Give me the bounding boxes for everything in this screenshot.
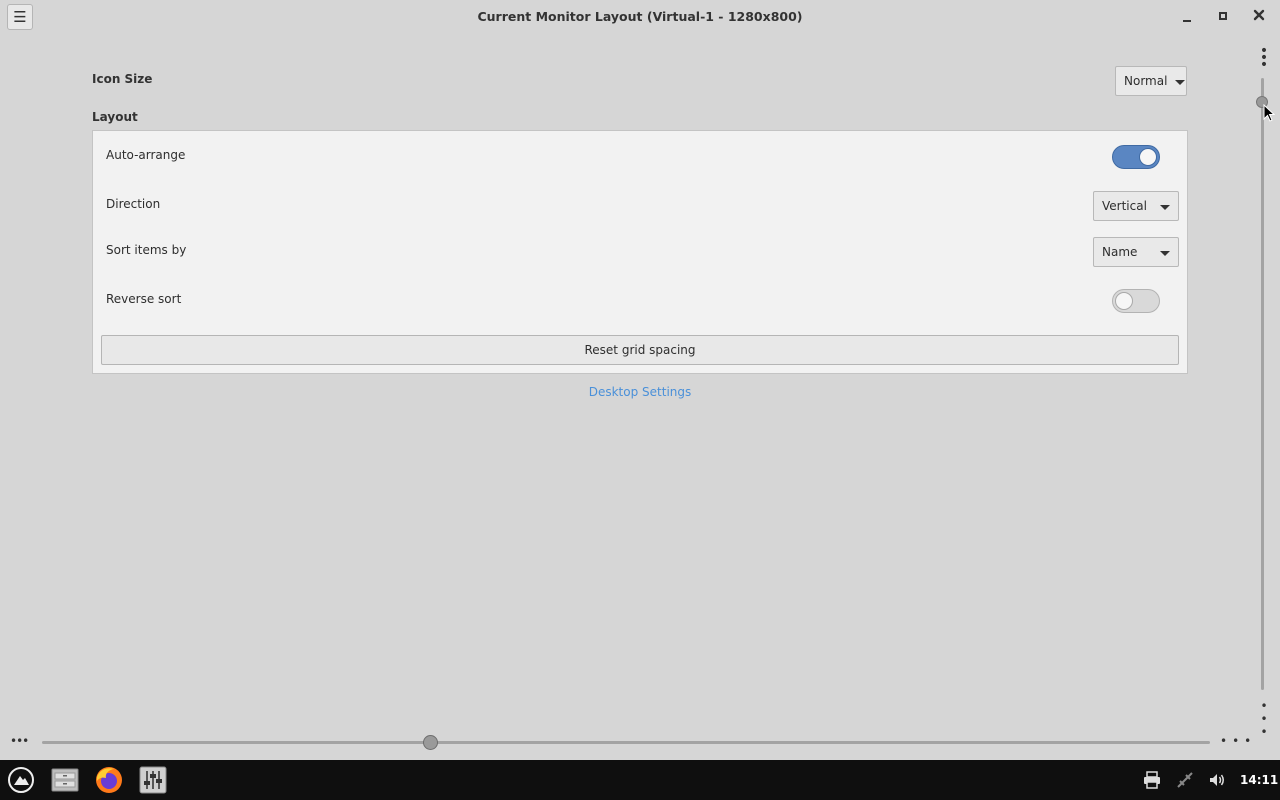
scroll-dots-icon: ••• [1260,699,1268,739]
sort-by-dropdown[interactable]: Name [1093,237,1179,267]
reverse-sort-label: Reverse sort [106,292,182,306]
minimize-icon [1183,20,1191,22]
auto-arrange-label: Auto-arrange [106,148,186,162]
chevron-down-icon [1160,251,1170,256]
maximize-button[interactable] [1213,11,1233,31]
title-bar: ☰ Current Monitor Layout (Virtual-1 - 12… [0,0,1280,38]
start-menu-button[interactable] [6,766,36,794]
firefox-icon [96,767,122,793]
scroll-dots-icon: ••• [1220,734,1257,748]
start-menu-icon [8,767,34,793]
file-manager-icon [51,768,79,792]
window-title: Current Monitor Layout (Virtual-1 - 1280… [477,9,803,24]
horizontal-scroll-thumb[interactable] [423,735,438,750]
file-manager-button[interactable] [50,766,80,794]
toggle-knob [1115,292,1133,310]
desktop-settings-link[interactable]: Desktop Settings [0,385,1280,399]
network-disconnected-icon [1177,772,1193,788]
direction-dropdown[interactable]: Vertical [1093,191,1179,221]
maximize-icon [1219,12,1227,20]
icon-size-dropdown[interactable]: Normal [1115,66,1187,96]
reset-grid-spacing-button[interactable]: Reset grid spacing [101,335,1179,365]
sort-by-label: Sort items by [106,243,187,257]
sort-by-value: Name [1102,245,1138,259]
chevron-down-icon [1175,80,1186,85]
settings-mixer-button[interactable] [138,766,168,794]
taskbar: 14:11 [0,760,1280,800]
desktop-settings-link-text[interactable]: Desktop Settings [589,385,692,399]
vertical-scrollbar[interactable] [1261,78,1264,690]
printer-tray-button[interactable] [1142,770,1162,790]
chevron-down-icon [1160,205,1170,210]
volume-tray-button[interactable] [1207,770,1227,790]
scroll-menu-icon[interactable]: • • • [1259,44,1269,72]
mouse-cursor-icon [1263,104,1275,122]
network-tray-button[interactable] [1175,770,1195,790]
layout-panel: Auto-arrange Direction Vertical Sort ite… [92,130,1188,374]
volume-icon [1210,774,1224,786]
toggle-knob [1139,148,1157,166]
close-button[interactable] [1249,9,1269,29]
direction-value: Vertical [1102,199,1147,213]
icon-size-value: Normal [1124,74,1168,88]
clock[interactable]: 14:11 [1240,773,1278,787]
icon-size-label: Icon Size [92,72,153,86]
auto-arrange-toggle[interactable] [1112,145,1160,169]
minimize-button[interactable] [1177,9,1197,29]
scroll-dots-icon: ••• [10,734,29,748]
settings-mixer-icon [139,766,167,794]
horizontal-scrollbar[interactable] [42,741,1210,744]
reverse-sort-toggle[interactable] [1112,289,1160,313]
direction-label: Direction [106,197,161,211]
firefox-button[interactable] [94,766,124,794]
layout-heading: Layout [92,110,138,124]
close-icon [1253,9,1265,21]
printer-icon [1144,771,1160,789]
